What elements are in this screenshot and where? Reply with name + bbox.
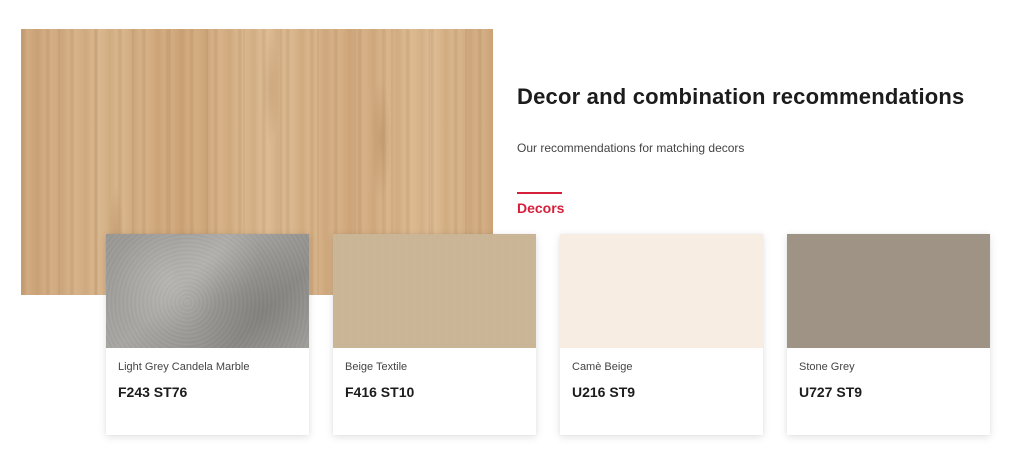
decor-code: U216 ST9	[572, 384, 636, 400]
decor-card-light-grey-candela-marble[interactable]: Light Grey Candela Marble F243 ST76	[106, 234, 309, 435]
decor-card-stone-grey[interactable]: Stone Grey U727 ST9	[787, 234, 990, 435]
decor-code: F243 ST76	[118, 384, 188, 400]
decor-card-came-beige[interactable]: Camè Beige U216 ST9	[560, 234, 763, 435]
decor-card-beige-textile[interactable]: Beige Textile F416 ST10	[333, 234, 536, 435]
decor-swatch	[560, 234, 763, 348]
decor-swatch	[787, 234, 990, 348]
decor-code: F416 ST10	[345, 384, 415, 400]
section-subtitle: Our recommendations for matching decors	[517, 141, 745, 155]
decor-swatch	[106, 234, 309, 348]
tab-decors[interactable]: Decors	[517, 192, 564, 218]
decor-name: Beige Textile	[345, 361, 408, 373]
decor-name: Stone Grey	[799, 361, 855, 373]
decor-name: Camè Beige	[572, 361, 633, 373]
decor-swatch	[333, 234, 536, 348]
decor-code: U727 ST9	[799, 384, 863, 400]
decor-name: Light Grey Candela Marble	[118, 361, 250, 373]
section-title: Decor and combination recommendations	[517, 84, 965, 109]
